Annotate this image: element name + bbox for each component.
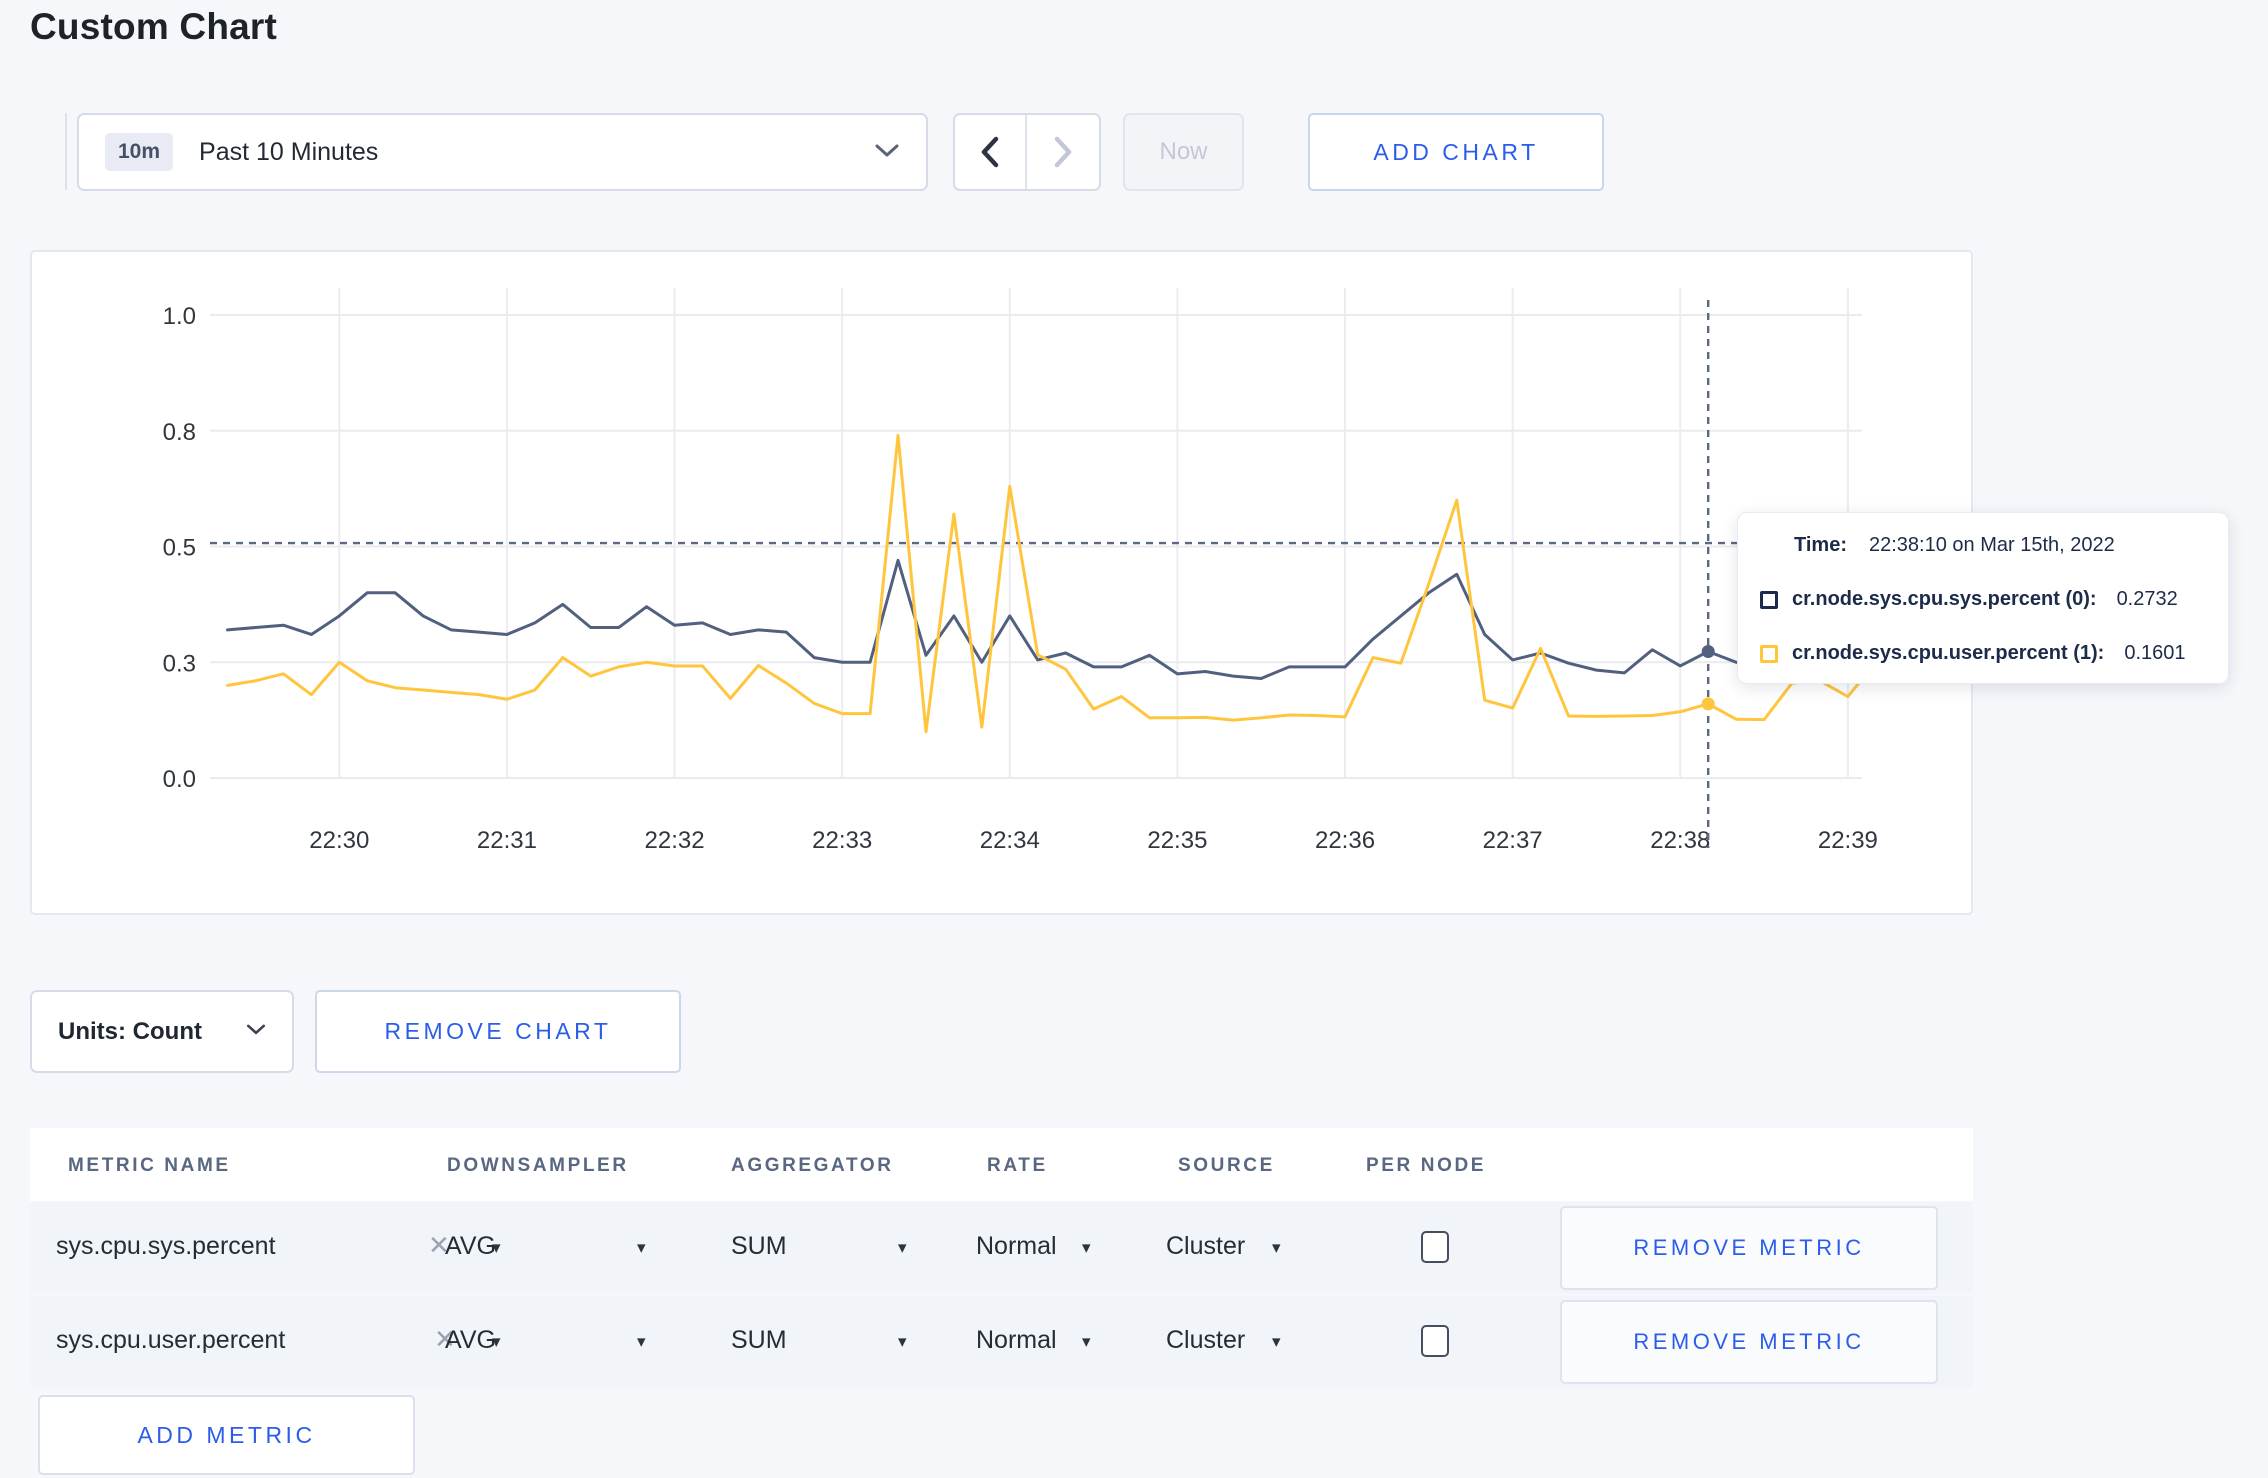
custom-chart-page: Custom Chart 10m Past 10 Minutes Now ADD… (0, 0, 2268, 1478)
remove-metric-button[interactable]: REMOVE METRIC (1560, 1206, 1938, 1290)
rate-select[interactable]: Normal (976, 1232, 1057, 1261)
tooltip-series-row: cr.node.sys.cpu.sys.percent (0): 0.2732 (1760, 588, 2204, 611)
col-header-downsampler: DOWNSAMPLER (447, 1155, 629, 1176)
sys-series-swatch-icon (1760, 590, 1778, 609)
col-header-source: SOURCE (1178, 1155, 1275, 1176)
downsampler-select[interactable]: AVG (445, 1326, 496, 1355)
remove-chart-button[interactable]: REMOVE CHART (315, 990, 681, 1073)
chevron-left-icon (981, 136, 999, 168)
time-range-dropdown[interactable]: 10m Past 10 Minutes (77, 113, 928, 191)
chart-card (30, 250, 1973, 915)
tooltip-series-name: cr.node.sys.cpu.user.percent (1): (1792, 642, 2105, 664)
chevron-right-icon (1054, 136, 1072, 168)
col-header-rate: RATE (987, 1155, 1048, 1176)
rate-caret-icon[interactable]: ▾ (1082, 1238, 1091, 1258)
prev-time-button[interactable] (955, 115, 1027, 189)
add-metric-button[interactable]: ADD METRIC (38, 1395, 415, 1475)
chart-hover-tooltip: Time: 22:38:10 on Mar 15th, 2022 cr.node… (1737, 512, 2229, 684)
per-node-checkbox[interactable] (1421, 1325, 1449, 1357)
downsampler-caret-icon[interactable]: ▾ (637, 1332, 646, 1352)
metric-name-select[interactable]: sys.cpu.sys.percent (56, 1232, 276, 1261)
per-node-checkbox[interactable] (1421, 1231, 1449, 1263)
time-range-label: Past 10 Minutes (199, 137, 379, 166)
toolbar-divider (65, 113, 67, 190)
source-caret-icon[interactable]: ▾ (1272, 1238, 1281, 1258)
tooltip-series-value: 0.1601 (2124, 642, 2186, 664)
downsampler-select[interactable]: AVG (445, 1232, 496, 1261)
next-time-button[interactable] (1027, 115, 1099, 189)
time-nav-group (953, 113, 1101, 191)
chevron-down-icon (246, 1022, 266, 1041)
units-label: Units: Count (58, 1017, 202, 1045)
tooltip-time-label: Time: (1794, 534, 1847, 556)
remove-metric-button[interactable]: REMOVE METRIC (1560, 1300, 1938, 1384)
source-caret-icon[interactable]: ▾ (1272, 1332, 1281, 1352)
user-series-swatch-icon (1760, 644, 1778, 663)
tooltip-series-row: cr.node.sys.cpu.user.percent (1): 0.1601 (1760, 642, 2204, 665)
source-select[interactable]: Cluster (1166, 1326, 1245, 1355)
chevron-down-icon (874, 141, 900, 164)
aggregator-caret-icon[interactable]: ▾ (898, 1238, 907, 1258)
tooltip-series-value: 0.2732 (2116, 588, 2178, 610)
units-dropdown[interactable]: Units: Count (30, 990, 294, 1073)
tooltip-time-row: Time: 22:38:10 on Mar 15th, 2022 (1760, 534, 2204, 557)
col-header-aggregator: AGGREGATOR (731, 1155, 894, 1176)
metric-name-select[interactable]: sys.cpu.user.percent (56, 1326, 285, 1355)
rate-caret-icon[interactable]: ▾ (1082, 1332, 1091, 1352)
col-header-metric-name: METRIC NAME (68, 1155, 231, 1176)
aggregator-select[interactable]: SUM (731, 1326, 787, 1355)
add-chart-button[interactable]: ADD CHART (1308, 113, 1604, 191)
page-title: Custom Chart (30, 6, 278, 47)
source-select[interactable]: Cluster (1166, 1232, 1245, 1261)
aggregator-select[interactable]: SUM (731, 1232, 787, 1261)
tooltip-series-name: cr.node.sys.cpu.sys.percent (0): (1792, 588, 2097, 610)
rate-select[interactable]: Normal (976, 1326, 1057, 1355)
aggregator-caret-icon[interactable]: ▾ (898, 1332, 907, 1352)
time-range-badge: 10m (105, 133, 174, 171)
downsampler-caret-icon[interactable]: ▾ (637, 1238, 646, 1258)
tooltip-time-value: 22:38:10 on Mar 15th, 2022 (1868, 534, 2115, 556)
now-button[interactable]: Now (1123, 113, 1244, 191)
col-header-per-node: PER NODE (1366, 1155, 1487, 1176)
